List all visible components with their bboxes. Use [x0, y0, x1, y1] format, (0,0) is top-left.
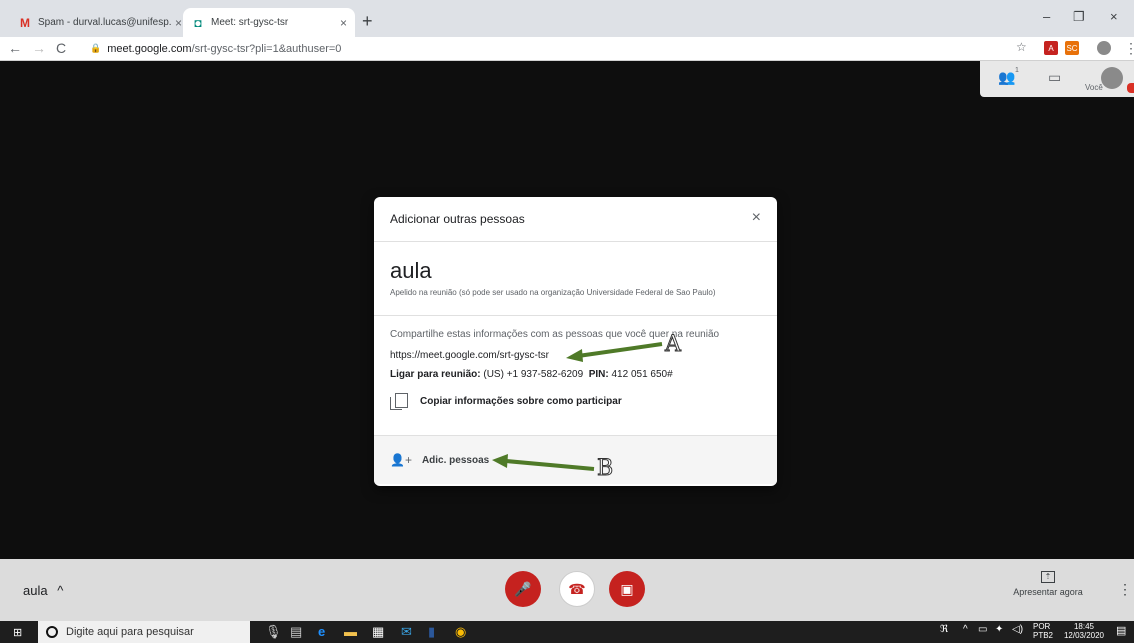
dropbox-icon[interactable]: ✦: [995, 624, 1003, 635]
mail-icon[interactable]: ✉: [401, 624, 412, 640]
edge-icon[interactable]: e: [318, 624, 325, 639]
hangup-icon: ☎: [568, 580, 586, 597]
annotation-b: B: [596, 456, 614, 482]
microphone-icon[interactable]: 🎙: [265, 624, 282, 640]
language-top: POR: [1033, 622, 1051, 631]
more-options-icon[interactable]: ⋮: [1118, 581, 1132, 598]
present-now-button[interactable]: ⇡ Apresentar agora: [1008, 571, 1088, 597]
clock[interactable]: 18:45 12/03/2020: [1060, 622, 1108, 640]
clock-date: 12/03/2020: [1063, 631, 1105, 640]
clock-time: 18:45: [1073, 622, 1095, 631]
meeting-details-toggle[interactable]: aula ^: [23, 583, 63, 598]
meet-controls-bar: aula ^ 🎤 ☎ ▣ ⇡ Apresentar agora ⋮: [0, 559, 1134, 621]
network-icon[interactable]: ▭: [978, 624, 987, 635]
annotation-a: A: [665, 332, 682, 358]
tray-chevron-icon[interactable]: ^: [963, 624, 968, 635]
volume-icon[interactable]: ◁): [1012, 624, 1023, 635]
mic-off-button[interactable]: 🎤: [505, 571, 541, 607]
store-icon[interactable]: ▦: [372, 624, 384, 640]
annotation-arrows: [492, 342, 663, 471]
hangup-button[interactable]: ☎: [559, 571, 595, 607]
search-placeholder: Digite aqui para pesquisar: [66, 626, 194, 638]
present-icon: ⇡: [1041, 571, 1055, 583]
arrow-b: [492, 454, 595, 471]
language-bottom: PTB2: [1033, 631, 1054, 640]
mic-off-icon: 🎤: [514, 580, 532, 597]
present-label: Apresentar agora: [1013, 587, 1083, 597]
people-tray-icon[interactable]: ℜ: [940, 624, 948, 635]
language-indicator[interactable]: POR PTB2: [1033, 622, 1053, 640]
camera-off-button[interactable]: ▣: [609, 571, 645, 607]
word-icon[interactable]: ▮: [428, 624, 435, 640]
meeting-name-label: aula: [23, 583, 48, 598]
cortana-icon: [46, 626, 58, 638]
windows-taskbar: ⊞ Digite aqui para pesquisar 🎙 ▤ e ▬ ▦ ✉…: [0, 621, 1134, 643]
camera-off-icon: ▣: [620, 580, 634, 597]
chevron-up-icon: ^: [57, 583, 64, 598]
arrow-a: [566, 342, 663, 362]
windows-start-icon[interactable]: ⊞: [13, 626, 22, 639]
chrome-icon[interactable]: ◉: [455, 624, 466, 640]
file-explorer-icon[interactable]: ▬: [344, 624, 357, 639]
taskbar-search-input[interactable]: Digite aqui para pesquisar: [38, 621, 250, 643]
task-view-icon[interactable]: ▤: [290, 624, 302, 640]
notifications-icon[interactable]: ▤: [1116, 624, 1126, 637]
